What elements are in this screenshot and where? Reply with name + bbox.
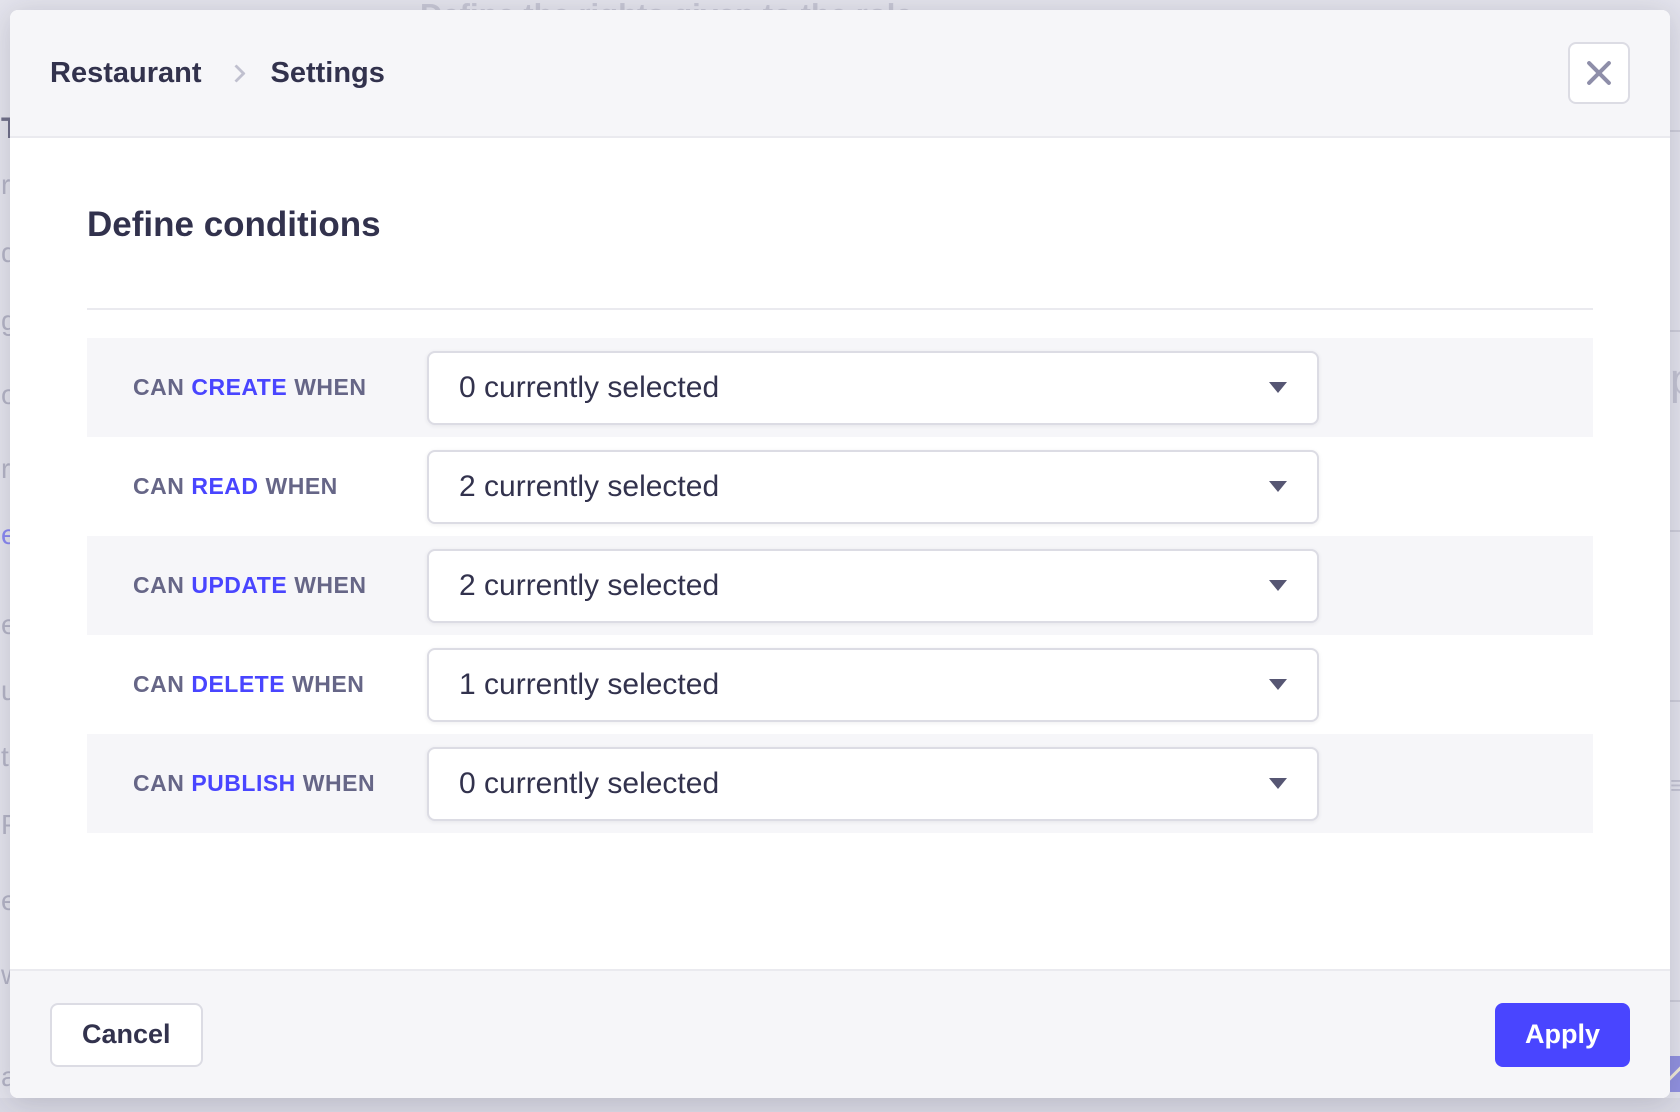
background-page-bottom (0, 1098, 1680, 1112)
breadcrumb-settings: Settings (271, 57, 385, 90)
label-prefix: CAN (133, 374, 184, 400)
breadcrumb-restaurant[interactable]: Restaurant (50, 57, 202, 90)
condition-label: CAN DELETE WHEN (87, 671, 427, 698)
chevron-down-icon (1269, 382, 1287, 393)
divider (1670, 530, 1680, 532)
condition-select-publish[interactable]: 0 currently selected (427, 747, 1319, 821)
close-button[interactable] (1568, 42, 1630, 104)
background-text-fragment: p (1670, 355, 1680, 405)
divider (1670, 130, 1680, 132)
chevron-down-icon (1269, 481, 1287, 492)
modal-header: Restaurant Settings (10, 10, 1670, 138)
label-suffix: WHEN (303, 770, 375, 796)
label-suffix: WHEN (294, 572, 366, 598)
modal-footer: Cancel Apply (10, 969, 1670, 1098)
condition-row-publish: CAN PUBLISH WHEN 0 currently selected (87, 734, 1593, 833)
label-prefix: CAN (133, 770, 184, 796)
condition-select-create[interactable]: 0 currently selected (427, 351, 1319, 425)
divider (87, 308, 1593, 310)
divider (1670, 1000, 1680, 1002)
screen: Define the rights given to the role Trdg… (0, 0, 1680, 1112)
condition-select-update[interactable]: 2 currently selected (427, 549, 1319, 623)
label-prefix: CAN (133, 572, 184, 598)
label-suffix: WHEN (292, 671, 364, 697)
conditions-list: CAN CREATE WHEN 0 currently selected CAN RE… (87, 338, 1593, 833)
condition-label: CAN READ WHEN (87, 473, 427, 500)
breadcrumb: Restaurant Settings (50, 57, 385, 90)
label-suffix: WHEN (294, 374, 366, 400)
label-prefix: CAN (133, 473, 184, 499)
chevron-down-icon (1269, 679, 1287, 690)
label-action: DELETE (191, 671, 285, 697)
background-page-right (1670, 0, 1680, 1112)
chevron-down-icon (1269, 778, 1287, 789)
label-action: CREATE (191, 374, 287, 400)
label-prefix: CAN (133, 671, 184, 697)
condition-select-read[interactable]: 2 currently selected (427, 450, 1319, 524)
condition-select-delete[interactable]: 1 currently selected (427, 648, 1319, 722)
modal-body: Define conditions CAN CREATE WHEN 0 curren… (10, 138, 1670, 969)
chevron-right-icon (227, 64, 245, 82)
label-action: PUBLISH (191, 770, 295, 796)
condition-row-delete: CAN DELETE WHEN 1 currently selected (87, 635, 1593, 734)
cancel-button[interactable]: Cancel (50, 1003, 203, 1067)
label-action: UPDATE (191, 572, 287, 598)
selected-count: 0 currently selected (459, 767, 719, 801)
chevron-down-icon (1269, 580, 1287, 591)
check-slash (1670, 1066, 1680, 1081)
selected-count: 1 currently selected (459, 668, 719, 702)
condition-row-update: CAN UPDATE WHEN 2 currently selected (87, 536, 1593, 635)
condition-label: CAN CREATE WHEN (87, 374, 427, 401)
page-title: Define conditions (87, 202, 1593, 248)
apply-button[interactable]: Apply (1495, 1003, 1630, 1067)
condition-label: CAN PUBLISH WHEN (87, 770, 427, 797)
selected-count: 0 currently selected (459, 371, 719, 405)
divider (1670, 330, 1680, 332)
background-text-fragment: ≡ (1670, 770, 1680, 801)
condition-row-read: CAN READ WHEN 2 currently selected (87, 437, 1593, 536)
conditions-modal: Restaurant Settings Define conditions CA… (10, 10, 1670, 1098)
label-suffix: WHEN (266, 473, 338, 499)
selected-count: 2 currently selected (459, 569, 719, 603)
label-action: READ (191, 473, 258, 499)
check-icon (1670, 1056, 1680, 1092)
condition-row-create: CAN CREATE WHEN 0 currently selected (87, 338, 1593, 437)
divider (1670, 700, 1680, 702)
selected-count: 2 currently selected (459, 470, 719, 504)
condition-label: CAN UPDATE WHEN (87, 572, 427, 599)
